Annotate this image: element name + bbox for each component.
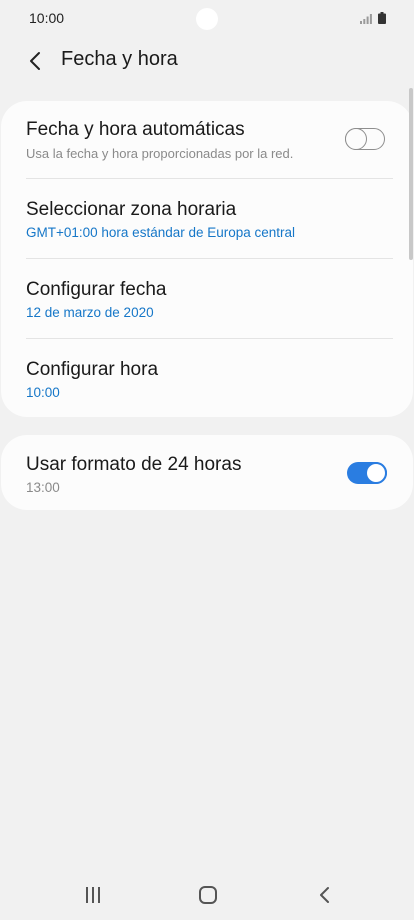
- set-date-value: 12 de marzo de 2020: [26, 305, 154, 320]
- auto-datetime-row[interactable]: Fecha y hora automáticas Usa la fecha y …: [1, 101, 413, 179]
- format-24h-title: Usar formato de 24 horas: [26, 454, 242, 475]
- status-bar: 10:00: [0, 0, 414, 36]
- back-button[interactable]: [20, 46, 50, 76]
- timezone-title: Seleccionar zona horaria: [26, 199, 237, 220]
- format-settings-card: Usar formato de 24 horas 13:00: [1, 435, 413, 510]
- camera-cutout: [196, 8, 218, 30]
- set-date-title: Configurar fecha: [26, 279, 167, 300]
- timezone-value: GMT+01:00 hora estándar de Europa centra…: [26, 225, 296, 240]
- scrollbar[interactable]: [409, 88, 413, 260]
- datetime-settings-card: Fecha y hora automáticas Usa la fecha y …: [1, 101, 413, 417]
- set-time-row[interactable]: Configurar hora 10:00: [1, 339, 413, 417]
- battery-icon: [378, 12, 386, 24]
- back-icon: [320, 887, 329, 903]
- chevron-left-icon: [30, 52, 40, 70]
- format-24h-toggle[interactable]: [347, 462, 387, 484]
- navigation-bar: [0, 870, 414, 920]
- status-icons: [360, 12, 386, 24]
- signal-icon: [360, 14, 372, 24]
- recents-button[interactable]: [78, 884, 108, 906]
- set-time-value: 10:00: [26, 385, 60, 400]
- auto-datetime-subtitle: Usa la fecha y hora proporcionadas por l…: [26, 146, 294, 161]
- toggle-knob: [365, 462, 387, 484]
- status-time: 10:00: [29, 10, 65, 26]
- auto-datetime-title: Fecha y hora automáticas: [26, 119, 245, 140]
- set-date-row[interactable]: Configurar fecha 12 de marzo de 2020: [1, 259, 413, 339]
- home-icon: [199, 886, 217, 904]
- toggle-knob: [344, 127, 367, 150]
- auto-datetime-toggle[interactable]: [344, 127, 385, 150]
- page-title: Fecha y hora: [61, 48, 178, 70]
- format-24h-row[interactable]: Usar formato de 24 horas 13:00: [1, 435, 413, 510]
- format-24h-subtitle: 13:00: [26, 480, 60, 495]
- timezone-row[interactable]: Seleccionar zona horaria GMT+01:00 hora …: [1, 179, 413, 259]
- set-time-title: Configurar hora: [26, 359, 159, 380]
- nav-back-button[interactable]: [309, 884, 339, 906]
- app-header: Fecha y hora: [0, 40, 414, 80]
- recents-icon: [86, 887, 100, 903]
- home-button[interactable]: [193, 884, 223, 906]
